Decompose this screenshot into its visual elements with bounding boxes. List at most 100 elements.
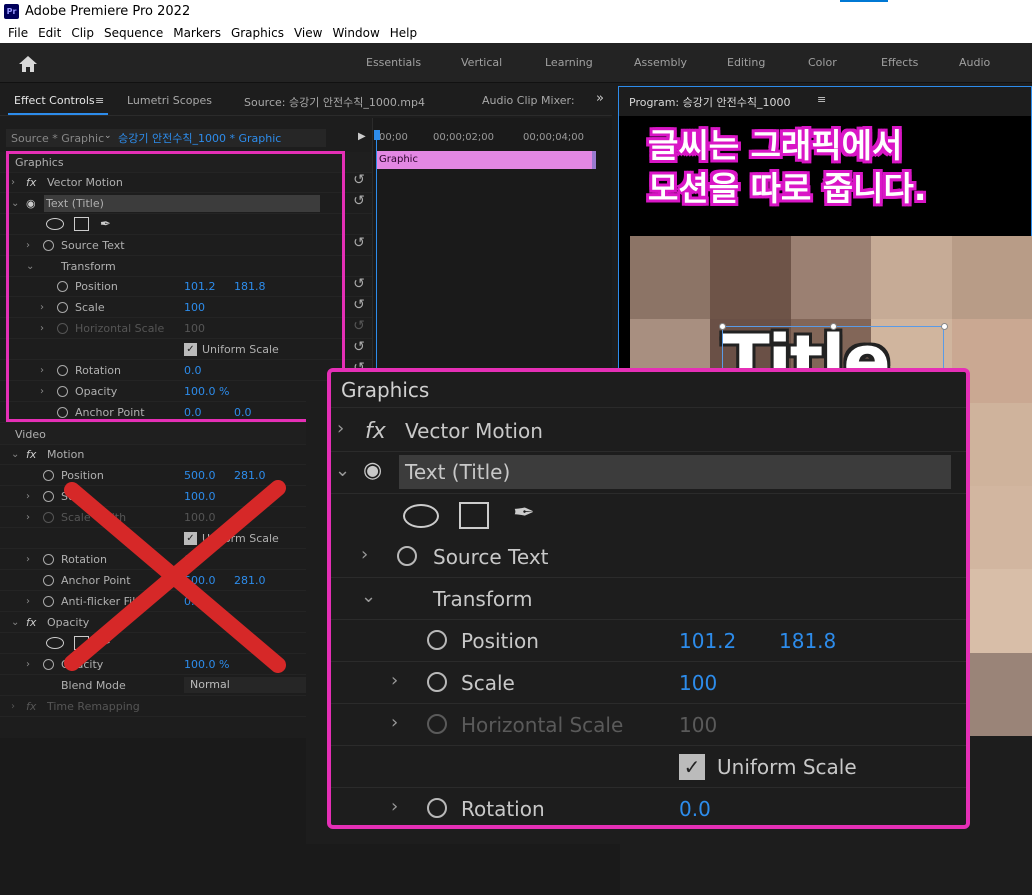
stopwatch-icon[interactable] (57, 385, 68, 397)
menu-view[interactable]: View (294, 26, 322, 40)
stopwatch-icon[interactable] (43, 658, 54, 670)
menu-help[interactable]: Help (390, 26, 417, 40)
opacity-value[interactable]: 100.0 % (184, 385, 229, 398)
zoom-scale-value[interactable]: 100 (679, 671, 717, 695)
expand-chevron-icon[interactable]: › (26, 512, 30, 523)
zoom-scale-row[interactable]: › Scale 100 (331, 662, 966, 704)
eye-icon[interactable]: ◉ (26, 197, 36, 210)
expand-chevron-icon[interactable]: › (361, 544, 368, 565)
pen-mask-icon[interactable]: ✒ (513, 498, 535, 528)
zoom-transform-row[interactable]: ⌄ Transform (331, 578, 966, 620)
reset-icon[interactable]: ↺ (352, 194, 366, 208)
checkbox-checked-icon[interactable]: ✓ (679, 754, 705, 780)
stopwatch-icon[interactable] (57, 301, 68, 313)
stopwatch-icon[interactable] (397, 546, 417, 566)
scale-row[interactable]: › Scale 100 (0, 297, 372, 318)
stopwatch-icon[interactable] (57, 364, 68, 376)
zoom-position-x-value[interactable]: 101.2 (679, 629, 736, 653)
reset-icon[interactable]: ↺ (352, 236, 366, 250)
collapse-chevron-icon[interactable]: ⌄ (335, 460, 350, 481)
zoom-horizontal-scale-row[interactable]: › Horizontal Scale 100 (331, 704, 966, 746)
stopwatch-icon[interactable] (427, 672, 447, 692)
position-x-value[interactable]: 101.2 (184, 280, 216, 293)
vector-motion-row[interactable]: › fx Vector Motion (0, 172, 372, 193)
tab-source[interactable]: Source: 승강기 안전수칙_1000.mp4 (244, 94, 425, 110)
rectangle-mask-icon[interactable] (459, 502, 489, 529)
scale-value[interactable]: 100 (184, 301, 205, 314)
collapse-chevron-icon[interactable]: ⌄ (11, 449, 19, 460)
expand-chevron-icon[interactable]: › (40, 386, 44, 397)
ellipse-mask-icon[interactable] (46, 218, 64, 230)
expand-chevron-icon[interactable]: › (40, 323, 44, 334)
graphic-clip-bar[interactable]: Graphic (376, 151, 596, 169)
eye-icon[interactable]: ◉ (363, 458, 382, 483)
horizontal-scale-row[interactable]: › Horizontal Scale 100 (0, 318, 372, 339)
menu-edit[interactable]: Edit (38, 26, 61, 40)
program-menu-icon[interactable]: ≡ (817, 93, 826, 106)
collapse-chevron-icon[interactable]: ⌄ (26, 261, 34, 272)
expand-chevron-icon[interactable]: › (26, 596, 30, 607)
workspace-editing[interactable]: Editing (727, 56, 765, 69)
tab-effect-controls[interactable]: Effect Controls (14, 94, 95, 107)
expand-chevron-icon[interactable]: › (11, 701, 15, 712)
uniform-scale-row[interactable]: ✓ Uniform Scale (0, 339, 372, 360)
tab-menu-icon[interactable]: ≡ (95, 94, 104, 107)
stopwatch-icon[interactable] (43, 469, 54, 481)
tab-program[interactable]: Program: 승강기 안전수칙_1000 (629, 94, 790, 110)
expand-chevron-icon[interactable]: › (26, 554, 30, 565)
reset-icon[interactable]: ↺ (352, 298, 366, 312)
anchor-x-value[interactable]: 0.0 (184, 406, 202, 419)
menu-clip[interactable]: Clip (71, 26, 94, 40)
transform-handle[interactable] (719, 323, 726, 330)
stopwatch-icon[interactable] (57, 280, 68, 292)
stopwatch-icon[interactable] (57, 406, 68, 418)
expand-chevron-icon[interactable]: › (11, 177, 15, 188)
stopwatch-icon[interactable] (43, 553, 54, 565)
tabs-overflow-icon[interactable]: » (596, 91, 604, 106)
menu-markers[interactable]: Markers (173, 26, 221, 40)
rotation-value[interactable]: 0.0 (184, 364, 202, 377)
zoom-position-row[interactable]: Position 101.2 181.8 (331, 620, 966, 662)
workspace-audio[interactable]: Audio (959, 56, 990, 69)
stopwatch-icon[interactable] (427, 630, 447, 650)
home-icon[interactable] (18, 55, 38, 73)
position-y-value[interactable]: 181.8 (234, 280, 266, 293)
expand-chevron-icon[interactable]: › (26, 240, 30, 251)
transform-row[interactable]: ⌄ Transform (0, 256, 372, 277)
blend-mode-select[interactable]: Normal (184, 677, 320, 693)
rotation-row[interactable]: › Rotation 0.0 (0, 360, 372, 381)
tab-lumetri-scopes[interactable]: Lumetri Scopes (127, 94, 212, 107)
stopwatch-icon[interactable] (427, 798, 447, 818)
workspace-assembly[interactable]: Assembly (634, 56, 687, 69)
workspace-essentials[interactable]: Essentials (366, 56, 421, 69)
zoom-uniform-scale-row[interactable]: ✓ Uniform Scale (331, 746, 966, 788)
playhead-icon[interactable] (374, 130, 380, 140)
expand-chevron-icon[interactable]: › (391, 670, 398, 691)
expand-chevron-icon[interactable]: › (40, 365, 44, 376)
menu-graphics[interactable]: Graphics (231, 26, 284, 40)
anchor-y-value[interactable]: 0.0 (234, 406, 252, 419)
tab-audio-clip-mixer[interactable]: Audio Clip Mixer: (482, 94, 575, 107)
source-dropdown-chevron-icon[interactable]: ⌄ (104, 131, 112, 141)
collapse-chevron-icon[interactable]: ⌄ (11, 198, 19, 209)
transform-handle[interactable] (941, 323, 948, 330)
zoom-source-text-row[interactable]: › Source Text (331, 536, 966, 578)
expand-chevron-icon[interactable]: › (391, 712, 398, 733)
menu-sequence[interactable]: Sequence (104, 26, 163, 40)
menu-file[interactable]: File (8, 26, 28, 40)
stopwatch-icon[interactable] (43, 595, 54, 607)
source-text-row[interactable]: › Source Text (0, 235, 372, 256)
workspace-vertical[interactable]: Vertical (461, 56, 502, 69)
rectangle-mask-icon[interactable] (74, 217, 89, 231)
source-clip-row[interactable]: Source * Graphic 승강기 안전수칙_1000 * Graphic (6, 129, 326, 147)
zoom-rotation-row[interactable]: › Rotation 0.0 (331, 788, 966, 825)
menu-window[interactable]: Window (332, 26, 379, 40)
zoom-text-layer-row[interactable]: ⌄ ◉ Text (Title) (331, 452, 966, 494)
stopwatch-icon[interactable] (43, 490, 54, 502)
workspace-color[interactable]: Color (808, 56, 837, 69)
zoom-vector-motion-row[interactable]: › fx Vector Motion (331, 410, 966, 452)
position-row[interactable]: Position 101.2 181.8 (0, 276, 372, 297)
text-layer-row[interactable]: ⌄ ◉ Text (Title) (0, 193, 372, 214)
zoom-position-y-value[interactable]: 181.8 (779, 629, 836, 653)
transform-handle[interactable] (830, 323, 837, 330)
